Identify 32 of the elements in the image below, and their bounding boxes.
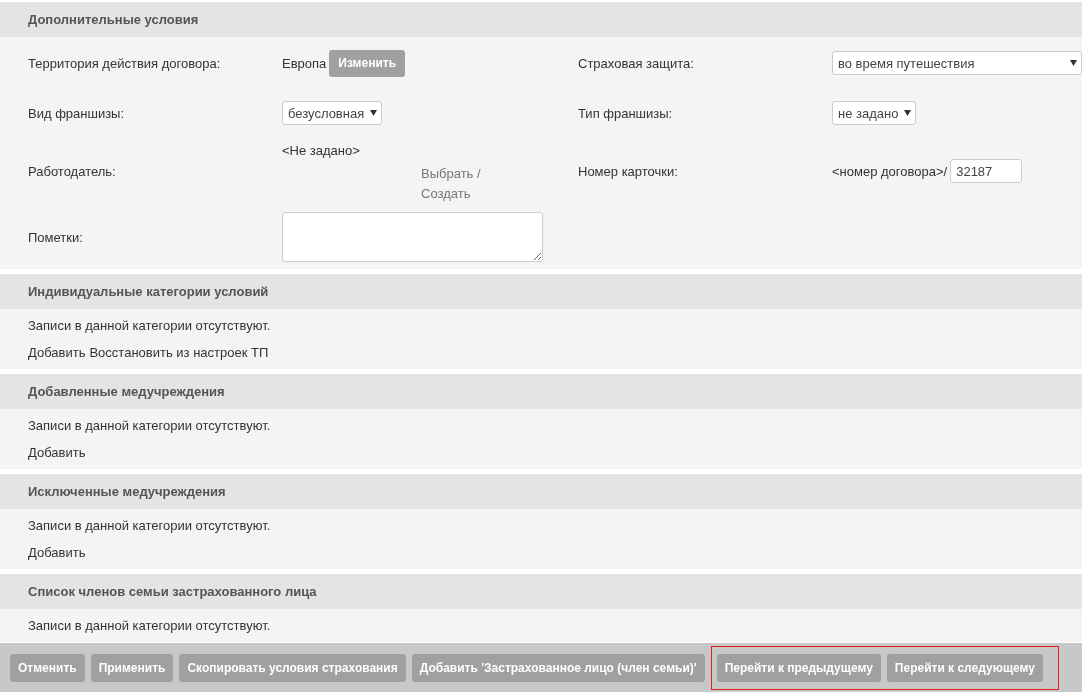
field-label: Страховая защита: bbox=[578, 55, 695, 71]
notes-field[interactable] bbox=[282, 212, 543, 262]
field-value: Европа bbox=[282, 55, 327, 71]
dropdown[interactable]: не задано bbox=[832, 101, 917, 125]
action-link[interactable]: Добавить bbox=[28, 539, 86, 566]
empty-message: Записи в данной категории отсутствуют. bbox=[28, 517, 272, 535]
dropdown[interactable]: безусловная bbox=[282, 101, 383, 125]
action-link[interactable]: Добавить bbox=[28, 439, 86, 466]
field-prefix: <номер договора>/ bbox=[832, 163, 948, 179]
empty-message: Записи в данной категории отсутствуют. bbox=[28, 617, 272, 635]
section-header: Добавленные медучреждения bbox=[0, 374, 1082, 409]
field-label: Территория действия договора: bbox=[28, 55, 222, 71]
action-link[interactable]: Восстановить из настроек ТП bbox=[89, 339, 269, 366]
dropdown[interactable]: во время путешествия bbox=[832, 51, 1082, 75]
dropdown-arrow-icon bbox=[1070, 60, 1077, 66]
section-header: Индивидуальные категории условий bbox=[0, 274, 1082, 309]
dropdown-arrow-icon bbox=[370, 110, 378, 116]
field-label: Работодатель: bbox=[28, 163, 117, 179]
section-header: Список членов семьи застрахованного лица bbox=[0, 574, 1082, 609]
empty-message: Записи в данной категории отсутствуют. bbox=[28, 317, 272, 335]
dropdown-arrow-icon bbox=[904, 110, 912, 116]
input-field[interactable]: 32187 bbox=[950, 159, 1023, 183]
select-create-link[interactable]: Выбрать / Создать bbox=[421, 163, 493, 204]
section-header: Исключенные медучреждения bbox=[0, 474, 1082, 509]
field-label: Вид франшизы: bbox=[28, 105, 126, 121]
empty-message: Записи в данной категории отсутствуют. bbox=[28, 417, 272, 435]
field-label: Номер карточки: bbox=[578, 163, 679, 179]
section-header: Дополнительные условия bbox=[0, 2, 1082, 37]
field-value: <Не задано> bbox=[282, 142, 361, 158]
action-link[interactable]: Добавить bbox=[28, 339, 86, 366]
field-label: Пометки: bbox=[28, 229, 84, 245]
field-label: Тип франшизы: bbox=[578, 105, 674, 121]
